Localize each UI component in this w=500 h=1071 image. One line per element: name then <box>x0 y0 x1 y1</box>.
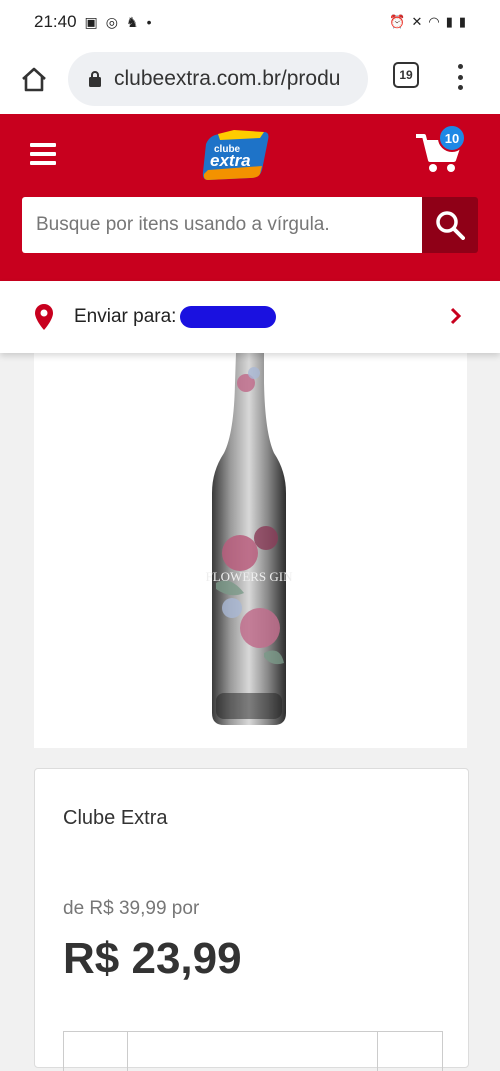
bottle-label-text: FLOWERS GIN <box>205 569 293 584</box>
address-bar[interactable]: clubeextra.com.br/produ <box>68 52 368 106</box>
current-price: R$ 23,99 <box>63 934 242 983</box>
tab-switcher-button[interactable]: 19 <box>393 62 419 88</box>
shipping-label: Enviar para: <box>74 306 177 327</box>
menu-dot-icon <box>457 64 463 69</box>
clock: 21:40 <box>34 12 77 31</box>
quantity-decrement-button[interactable] <box>64 1032 128 1071</box>
wifi-icon: ◠ <box>428 14 440 29</box>
quantity-field[interactable] <box>128 1032 379 1071</box>
search-input[interactable] <box>22 197 422 253</box>
url-text: clubeextra.com.br/produ <box>114 67 341 90</box>
signal-icon: ▮ <box>445 14 453 29</box>
gallery-icon: ▣ <box>84 13 98 30</box>
product-brand: Clube Extra <box>63 807 168 829</box>
product-image-card[interactable]: FLOWERS GIN <box>34 353 467 748</box>
redacted-address <box>180 306 277 328</box>
logo-text-extra: extra <box>210 151 251 170</box>
search-button[interactable] <box>422 197 478 253</box>
home-icon <box>22 67 46 92</box>
alarm-icon: ⏰ <box>389 14 406 29</box>
search-icon <box>436 211 465 240</box>
whatsapp-icon: ◎ <box>105 13 118 30</box>
cart-count-badge: 10 <box>438 124 466 152</box>
browser-toolbar: clubeextra.com.br/produ 19 <box>0 44 500 114</box>
location-pin-icon <box>35 304 53 330</box>
hamburger-menu-icon[interactable] <box>30 143 56 165</box>
product-bottle-image: FLOWERS GIN <box>205 353 293 725</box>
browser-menu-button[interactable] <box>450 60 470 94</box>
notification-icon: ♞ <box>126 13 139 30</box>
quantity-stepper[interactable] <box>63 1031 443 1071</box>
status-bar: 21:40 ▣ ◎ ♞ • ⏰ ✕ ◠ ▮ ▮ <box>0 0 500 44</box>
mute-icon: ✕ <box>411 14 423 29</box>
menu-dot-icon <box>457 74 463 80</box>
chevron-right-icon <box>450 307 462 325</box>
battery-icon: ▮ <box>458 14 466 29</box>
clube-extra-logo[interactable]: clube extra <box>200 126 274 184</box>
home-button[interactable] <box>0 44 68 114</box>
dot-icon: • <box>146 14 152 30</box>
search-bar <box>22 197 478 253</box>
quantity-increment-button[interactable] <box>378 1032 442 1071</box>
lock-icon <box>89 71 101 87</box>
shipping-address-bar[interactable]: Enviar para: <box>0 281 500 353</box>
old-price: de R$ 39,99 por <box>63 898 200 919</box>
product-info-card: Clube Extra de R$ 39,99 por R$ 23,99 <box>34 768 469 1071</box>
site-header: clube extra 10 <box>0 114 500 281</box>
menu-dot-icon <box>457 85 463 90</box>
